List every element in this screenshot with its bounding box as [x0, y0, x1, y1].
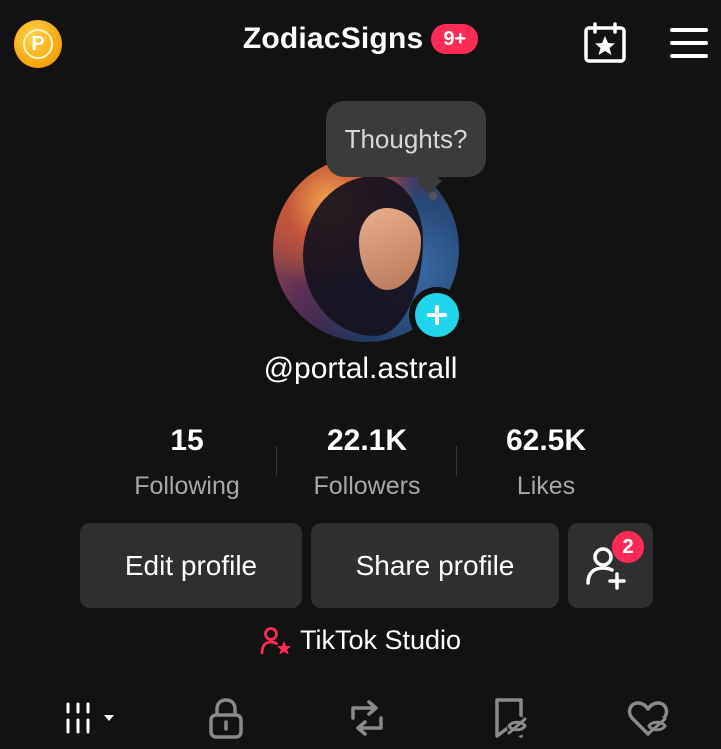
stat-followers[interactable]: 22.1K Followers — [277, 424, 457, 501]
hamburger-menu-icon — [670, 28, 708, 58]
share-profile-button[interactable]: Share profile — [311, 523, 559, 608]
edit-profile-button[interactable]: Edit profile — [80, 523, 302, 608]
add-story-button[interactable] — [409, 287, 465, 343]
stat-likes[interactable]: 62.5K Likes — [456, 424, 636, 501]
tab-videos-grid[interactable] — [62, 694, 122, 742]
plus-circle — [415, 293, 459, 337]
followers-count: 22.1K — [326, 424, 408, 457]
tab-reposts[interactable] — [337, 694, 397, 742]
calendar-star-button[interactable] — [582, 22, 628, 64]
followers-label: Followers — [313, 472, 421, 500]
tab-favorites[interactable] — [479, 694, 539, 742]
stat-following[interactable]: 15 Following — [97, 424, 277, 501]
menu-button[interactable] — [668, 24, 710, 62]
likes-count: 62.5K — [505, 424, 587, 457]
notification-badge: 9+ — [431, 24, 479, 54]
thought-bubble-dot — [429, 192, 437, 200]
studio-person-star-icon — [260, 626, 291, 654]
calendar-star-icon — [584, 22, 626, 63]
account-name: ZodiacSigns — [242, 22, 424, 55]
lock-icon — [209, 698, 243, 739]
thought-bubble[interactable]: Thoughts? — [326, 101, 486, 177]
grid-icon — [66, 702, 114, 734]
following-count: 15 — [170, 424, 204, 457]
tiktok-studio-label: TikTok Studio — [299, 625, 462, 655]
likes-label: Likes — [516, 472, 576, 500]
liked-hidden-icon — [627, 701, 669, 736]
friend-request-badge: 2 — [612, 531, 644, 563]
repost-icon — [351, 700, 383, 736]
bookmark-hidden-icon — [495, 698, 527, 738]
tab-private[interactable] — [196, 694, 256, 742]
username: @portal.astrall — [263, 352, 458, 385]
tiktok-studio-link[interactable]: TikTok Studio — [0, 625, 721, 656]
tab-liked[interactable] — [618, 694, 678, 742]
following-label: Following — [134, 472, 240, 500]
plus-icon — [427, 305, 447, 325]
